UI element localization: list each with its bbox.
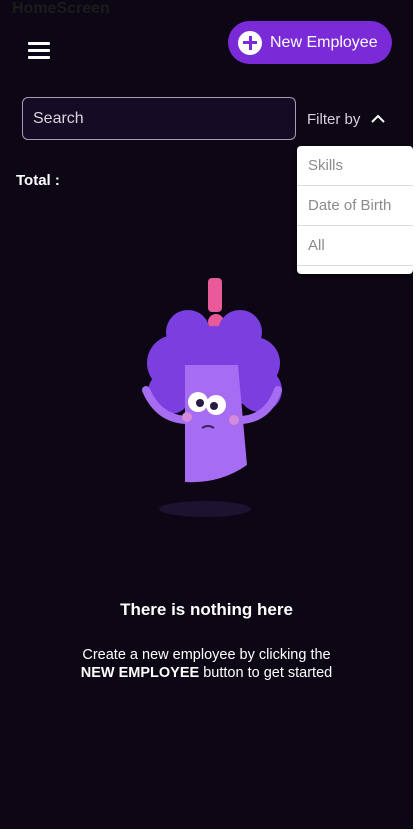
menu-icon — [28, 42, 50, 45]
total-label: Total : — [16, 172, 60, 189]
filter-dropdown: Skills Date of Birth All — [297, 146, 413, 274]
filter-option-date-of-birth[interactable]: Date of Birth — [297, 186, 413, 226]
filter-toggle[interactable]: Filter by — [307, 108, 386, 130]
empty-state-illustration — [142, 278, 282, 517]
filter-option-all[interactable]: All — [297, 226, 413, 266]
empty-state-line-2-rest: button to get started — [199, 665, 333, 681]
app-screen: New Employee Filter by Total : Skills Da… — [0, 0, 413, 829]
new-employee-button[interactable]: New Employee — [228, 21, 392, 64]
menu-icon-bar — [28, 56, 50, 59]
menu-icon-bar — [28, 49, 50, 52]
empty-state-emphasis: NEW EMPLOYEE — [80, 665, 200, 681]
search-input[interactable] — [22, 97, 296, 140]
empty-state-line-1: Create a new employee by clicking the — [82, 647, 331, 663]
filter-option-skills[interactable]: Skills — [297, 146, 413, 186]
empty-state-line-2: NEW EMPLOYEE button to get started — [0, 664, 413, 682]
add-icon — [238, 30, 262, 55]
chevron-up-icon — [371, 114, 386, 123]
screen-title: HomeScreen — [12, 0, 110, 17]
new-employee-label: New Employee — [270, 33, 378, 51]
empty-state-description: Create a new employee by clicking the NE… — [0, 646, 413, 682]
menu-button[interactable] — [26, 38, 54, 62]
filter-label: Filter by — [307, 110, 361, 128]
empty-state-title: There is nothing here — [120, 600, 293, 619]
